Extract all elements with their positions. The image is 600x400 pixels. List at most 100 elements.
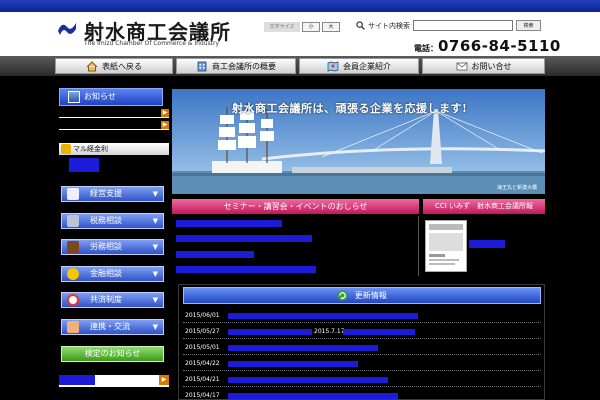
banner-headline: 射水商工会議所は、頑張る企業を応援します! [232,102,468,115]
side-button-tax[interactable]: 税務相談 ▼ [61,213,164,229]
phone-number: 0766-84-5110 [438,37,561,55]
bulletin-cover-image[interactable] [425,220,467,272]
news-row: 2015/06/01 [183,308,541,323]
coin-icon [67,268,79,280]
news-link[interactable] [228,329,312,335]
lifebuoy-icon [67,294,79,306]
news-link[interactable] [228,393,398,399]
calculator-icon [67,215,79,227]
arrow-right-icon: ▶ [161,121,169,129]
chevron-down-icon: ▼ [152,296,158,304]
bulletin-cover-art [429,224,463,265]
chevron-down-icon: ▼ [152,217,158,225]
notice-item[interactable]: ▶ [59,121,169,130]
nav-label-contact: お問い合せ [471,61,512,71]
search-button[interactable]: 検索 [516,20,541,31]
seminar-link[interactable] [176,235,312,242]
sidebar-bottom-link[interactable] [59,375,95,385]
font-size-small-button[interactable]: 小 [302,22,320,32]
news-date: 2015/05/01 [185,344,220,351]
news-date: 2015/04/22 [185,360,220,367]
side-button-label: 税務相談 [90,216,122,225]
site-header: 射水商工会議所 The Imizu Chamber Of Commerce & … [0,12,600,56]
refresh-icon [337,290,348,301]
nav-item-members[interactable]: 会員企業紹介 [299,58,419,74]
font-size-large-button[interactable]: 大 [322,22,340,32]
top-announcement-bar [0,0,600,12]
chevron-down-icon: ▼ [152,190,158,198]
news-date: 2015/06/01 [185,312,220,319]
news-date: 2015/05/27 [185,328,220,335]
marukei-rate-link[interactable] [69,158,99,172]
search-label: サイト内検索 [368,21,410,30]
chevron-down-icon: ▼ [152,323,158,331]
nav-item-overview[interactable]: 商工会議所の概要 [176,58,296,74]
notice-box: お知らせ ▶ ▶ [55,88,169,136]
notice-title: お知らせ [84,92,116,101]
notice-item[interactable]: ▶ [59,109,169,118]
notice-icon [68,91,80,103]
nav-label-home: 表紙へ戻る [102,61,142,71]
coin-icon [61,144,71,154]
font-size-switcher: 文字サイズ 小 大 [264,22,340,34]
side-button-finance[interactable]: 金融相談 ▼ [61,266,164,282]
news-title: 更新情報 [354,291,387,300]
sidebar-bottom-item: ▶ [59,375,169,387]
seminar-link[interactable] [176,251,254,258]
news-panel: 更新情報 2015/06/01 2015/05/27 2015.7.17 201… [178,284,545,400]
phone-label: 電話： [414,44,438,53]
mail-icon [456,62,467,70]
news-row: 2015/04/21 [183,372,541,387]
news-date: 2015/04/21 [185,376,220,383]
news-date: 2015/04/17 [185,392,220,399]
arrow-right-icon: ▶ [161,109,169,117]
seminar-list [172,216,419,276]
phone-contact: 電話：0766-84-5110 [414,37,561,55]
logo-mark-icon [58,23,76,35]
banner-caption: 海王丸と新湊大橋 [496,185,537,191]
news-link[interactable] [343,329,415,335]
news-link[interactable] [228,313,418,319]
search-input[interactable] [413,20,513,31]
news-link[interactable] [228,361,358,367]
nav-item-contact[interactable]: お問い合せ [422,58,545,74]
briefcase-icon [67,241,79,253]
seminar-section-header[interactable]: セミナー・講習会・イベントのおしらせ [172,199,419,214]
map-icon [327,61,339,71]
cci-bulletin-link[interactable] [469,240,505,248]
side-button-label: 労務相談 [90,242,122,251]
side-button-label: 経営支援 [90,189,122,198]
site-search: サイト内検索 検索 [356,20,541,31]
marukei-rate-header: マル経金利 [59,143,169,155]
seminar-link[interactable] [176,266,316,273]
side-button-label: 連携・交流 [90,322,130,331]
cci-bulletin-header[interactable]: CCI いみず 射水商工会議所報 [423,199,545,214]
chevron-down-icon: ▼ [152,270,158,278]
building-icon [197,61,207,71]
search-icon [356,21,365,30]
side-button-label: 金融相談 [90,269,122,278]
home-icon [86,60,98,71]
nav-item-home[interactable]: 表紙へ戻る [55,58,173,74]
nav-label-overview: 商工会議所の概要 [212,61,276,71]
side-button-labor[interactable]: 労務相談 ▼ [61,239,164,255]
chevron-down-icon: ▼ [152,243,158,251]
kentei-notice-button[interactable]: 検定のお知らせ [61,346,164,362]
news-row: 2015/05/01 [183,340,541,355]
marukei-rate-title: マル経金利 [73,145,108,153]
nav-label-members: 会員企業紹介 [343,61,391,71]
news-link[interactable] [228,345,378,351]
side-button-cooperation[interactable]: 連携・交流 ▼ [61,319,164,335]
side-button-mutual-aid[interactable]: 共済制度 ▼ [61,292,164,308]
news-link[interactable] [228,377,388,383]
arrow-right-icon[interactable]: ▶ [159,375,169,385]
news-date-inline: 2015.7.17 [314,328,345,335]
global-nav: 表紙へ戻る 商工会議所の概要 会員企業紹介 お問い合せ [0,56,600,76]
side-button-management[interactable]: 経営支援 ▼ [61,186,164,202]
news-row: 2015/05/27 2015.7.17 [183,324,541,339]
handshake-icon [67,321,79,333]
news-row: 2015/04/22 [183,356,541,371]
seminar-link[interactable] [176,220,282,227]
document-icon [67,188,79,200]
site-subtitle: The Imizu Chamber Of Commerce & Industry [84,40,220,47]
